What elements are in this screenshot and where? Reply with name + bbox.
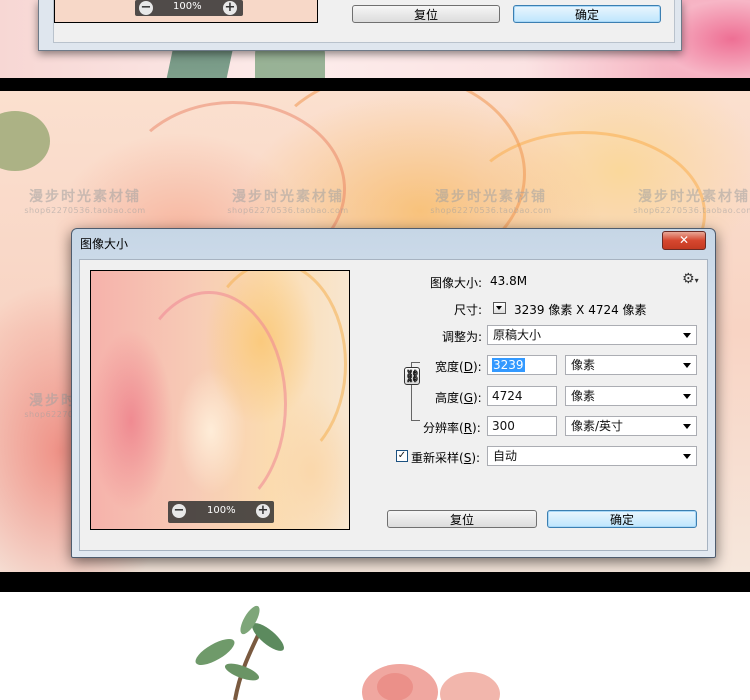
height-unit-select[interactable]: 像素 <box>565 386 697 406</box>
chevron-down-icon <box>683 333 691 338</box>
dialog-client: − 100% + 图像大小: 43.8M ⚙▾ 尺寸: 3239 像素 X 47… <box>79 259 708 551</box>
dimensions-label: 尺寸: <box>453 303 482 317</box>
resolution-label: 分辨率(R): <box>423 421 481 435</box>
image-size-dialog: 图像大小 ✕ − 100% + 图像大小: 43.8M ⚙▾ 尺寸: 3239 … <box>71 228 716 558</box>
chevron-down-icon <box>496 306 502 310</box>
image-preview[interactable]: − 100% + <box>90 270 350 530</box>
dimensions-value: 3239 像素 X 4724 像素 <box>514 303 647 317</box>
image-size-label: 图像大小: <box>429 276 482 290</box>
chevron-down-icon <box>683 454 691 459</box>
top-preview-fragment: − 100% + <box>54 0 318 23</box>
separator-bar <box>0 78 750 91</box>
dialog-title: 图像大小 <box>80 237 129 251</box>
fit-to-select[interactable]: 原稿大小 <box>487 325 697 345</box>
width-label: 宽度(D): <box>435 360 482 374</box>
zoom-out-icon[interactable]: − <box>139 1 153 15</box>
reset-button[interactable]: 复位 <box>352 5 500 23</box>
resample-checkbox[interactable]: ✓ <box>396 450 408 462</box>
zoom-in-icon[interactable]: + <box>223 1 237 15</box>
zoom-in-icon[interactable]: + <box>256 504 270 518</box>
separator-bar <box>0 572 750 592</box>
image-size-value: 43.8M <box>490 274 528 288</box>
chevron-down-icon <box>683 363 691 368</box>
ok-button[interactable]: 确定 <box>547 510 697 528</box>
height-label: 高度(G): <box>435 391 482 405</box>
zoom-level: 100% <box>207 505 236 516</box>
background-image-bottom <box>0 592 750 700</box>
fit-to-label: 调整为: <box>441 330 482 344</box>
chevron-down-icon <box>683 424 691 429</box>
top-zoom-bar: − 100% + <box>135 0 243 16</box>
zoom-out-icon[interactable]: − <box>172 504 186 518</box>
height-input[interactable]: 4724 <box>487 386 557 406</box>
top-dialog-client: − 100% + 复位 确定 <box>53 0 675 43</box>
chevron-down-icon <box>683 394 691 399</box>
zoom-level: 100% <box>173 1 202 12</box>
gear-icon[interactable]: ⚙▾ <box>682 271 699 287</box>
resample-label: 重新采样(S): <box>411 451 481 465</box>
zoom-bar: − 100% + <box>168 501 274 523</box>
width-input[interactable]: 3239 <box>487 355 557 375</box>
link-icon[interactable]: ⛓ <box>404 367 420 385</box>
branch-illustration <box>195 605 500 700</box>
leaf-shape <box>0 111 50 171</box>
width-unit-select[interactable]: 像素 <box>565 355 697 375</box>
close-icon[interactable]: ✕ <box>662 231 706 250</box>
reset-button[interactable]: 复位 <box>387 510 537 528</box>
ok-button[interactable]: 确定 <box>513 5 661 23</box>
resolution-unit-select[interactable]: 像素/英寸 <box>565 416 697 436</box>
link-bracket-bottom <box>411 392 420 421</box>
dimensions-unit-dropdown[interactable] <box>493 302 506 314</box>
top-dialog-fragment: − 100% + 复位 确定 <box>38 0 682 51</box>
resample-method-select[interactable]: 自动 <box>487 446 697 466</box>
resolution-input[interactable]: 300 <box>487 416 557 436</box>
